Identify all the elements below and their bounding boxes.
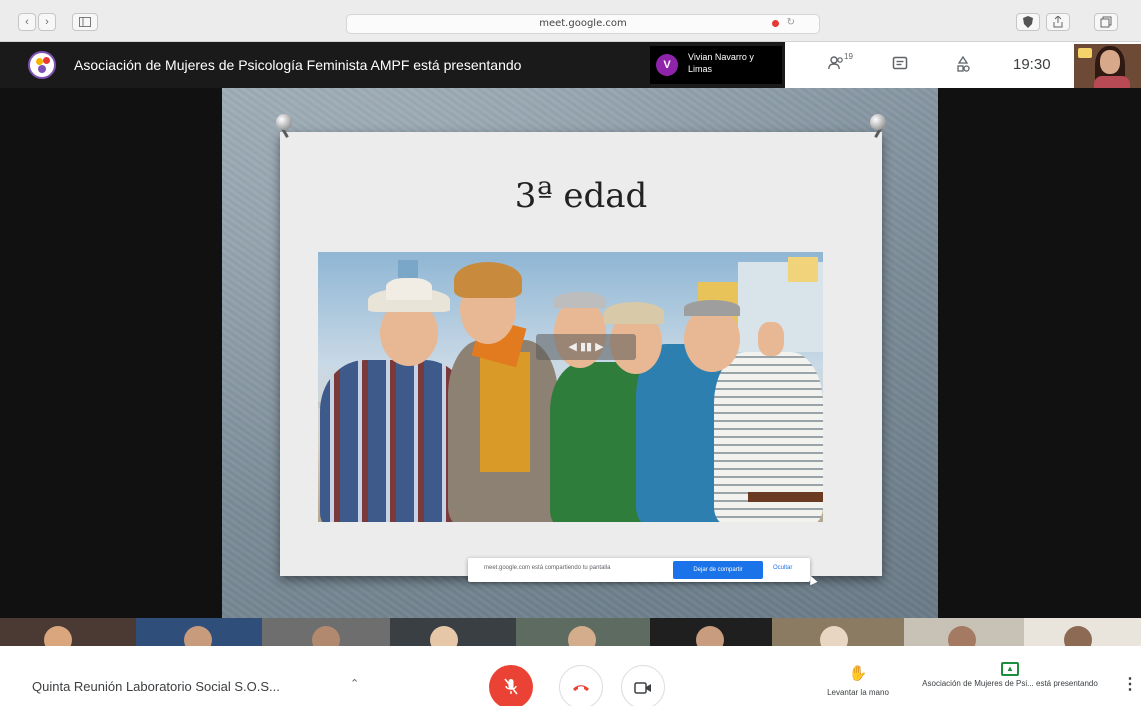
sidebar-button[interactable] bbox=[72, 13, 98, 31]
presenter-label: Asociación de Mujeres de Psi... está pre… bbox=[922, 679, 1098, 688]
people-button[interactable] bbox=[828, 56, 844, 75]
hide-button[interactable]: Ocultar bbox=[773, 565, 792, 571]
share-icon bbox=[1053, 15, 1063, 28]
forward-button[interactable]: › bbox=[38, 13, 56, 31]
back-button[interactable]: ‹ bbox=[18, 13, 36, 31]
slide-photo: ◀ ▮▮ ▶ bbox=[318, 252, 823, 522]
more-options-icon[interactable]: ⋮ bbox=[1122, 674, 1138, 694]
presenter-name: Vivian Navarro y Limas bbox=[688, 52, 754, 74]
self-view-thumbnail[interactable] bbox=[1074, 44, 1141, 88]
pushpin-icon bbox=[274, 114, 294, 140]
participant-tile[interactable] bbox=[772, 618, 904, 646]
participant-tile[interactable] bbox=[650, 618, 772, 646]
activities-button[interactable] bbox=[956, 55, 970, 79]
hang-up-button[interactable] bbox=[559, 665, 603, 706]
stop-sharing-button[interactable]: Dejar de compartir bbox=[673, 561, 763, 579]
share-button[interactable] bbox=[1046, 13, 1070, 31]
microphone-off-icon bbox=[504, 678, 518, 695]
meeting-title[interactable]: Quinta Reunión Laboratorio Social S.O.S.… bbox=[32, 679, 280, 694]
shapes-icon bbox=[957, 55, 970, 72]
meet-bottom-bar: Quinta Reunión Laboratorio Social S.O.S.… bbox=[0, 646, 1141, 706]
participant-tile[interactable] bbox=[262, 618, 390, 646]
browser-toolbar: ‹ › meet.google.com ↻ bbox=[0, 0, 1141, 42]
presenting-text: Asociación de Mujeres de Psicología Femi… bbox=[74, 57, 522, 73]
shield-icon bbox=[1023, 16, 1033, 28]
pushpin-icon bbox=[868, 114, 888, 140]
participant-tile[interactable] bbox=[904, 618, 1024, 646]
recording-dot-icon bbox=[772, 20, 779, 27]
hand-icon: ✋ bbox=[848, 665, 868, 682]
phone-hangup-icon bbox=[573, 685, 589, 691]
chevron-up-icon[interactable]: ⌃ bbox=[350, 677, 359, 690]
address-bar[interactable]: meet.google.com ↻ bbox=[346, 14, 820, 34]
presenting-banner: Asociación de Mujeres de Psicología Femi… bbox=[0, 42, 785, 88]
reload-icon[interactable]: ↻ bbox=[787, 17, 795, 29]
raise-hand-label: Levantar la mano bbox=[827, 688, 889, 697]
chat-button[interactable] bbox=[892, 56, 908, 77]
camera-icon bbox=[634, 682, 651, 694]
camera-button[interactable] bbox=[621, 665, 665, 706]
slide-title: 3ª edad bbox=[514, 176, 648, 216]
presentation-stage: 3ª edad ◀ ▮▮ ▶ meet.google.com está comp… bbox=[0, 88, 1141, 618]
chat-icon bbox=[892, 56, 908, 70]
sidebar-icon bbox=[79, 17, 91, 27]
tabs-icon bbox=[1100, 16, 1112, 28]
meet-top-bar: Asociación de Mujeres de Psicología Femi… bbox=[0, 42, 1141, 88]
people-icon bbox=[828, 56, 843, 70]
present-screen-icon: ▲ bbox=[1001, 662, 1019, 676]
presenter-button[interactable]: ▲ Asociación de Mujeres de Psi... está p… bbox=[922, 658, 1098, 689]
participant-tile[interactable] bbox=[136, 618, 262, 646]
raise-hand-button[interactable]: ✋ Levantar la mano bbox=[812, 664, 904, 697]
url-text: meet.google.com bbox=[539, 18, 627, 29]
presenter-avatar: V bbox=[656, 54, 678, 76]
screen-share-notification: meet.google.com está compartiendo tu pan… bbox=[468, 558, 810, 582]
slide-paper: 3ª edad ◀ ▮▮ ▶ meet.google.com está comp… bbox=[276, 114, 886, 582]
meeting-clock: 19:30 bbox=[1013, 56, 1051, 73]
video-overlay-icon: ◀ ▮▮ ▶ bbox=[536, 334, 636, 360]
shield-button[interactable] bbox=[1016, 13, 1040, 31]
participant-tile[interactable] bbox=[0, 618, 136, 646]
participant-tile[interactable] bbox=[1024, 618, 1141, 646]
presenter-chip[interactable]: V Vivian Navarro y Limas bbox=[650, 46, 782, 84]
back-icon: ‹ bbox=[25, 16, 29, 28]
shared-screen: 3ª edad ◀ ▮▮ ▶ meet.google.com está comp… bbox=[222, 88, 938, 618]
participants-count: 19 bbox=[844, 52, 853, 61]
organization-logo bbox=[28, 51, 56, 79]
microphone-button[interactable] bbox=[489, 665, 533, 706]
meet-window: ‹ › meet.google.com ↻ Asociación de Muje… bbox=[0, 0, 1141, 706]
participants-strip bbox=[0, 618, 1141, 646]
participant-tile[interactable] bbox=[390, 618, 516, 646]
tabs-button[interactable] bbox=[1094, 13, 1118, 31]
forward-icon: › bbox=[45, 16, 49, 28]
participant-tile[interactable] bbox=[516, 618, 650, 646]
share-message: meet.google.com está compartiendo tu pan… bbox=[484, 565, 611, 571]
